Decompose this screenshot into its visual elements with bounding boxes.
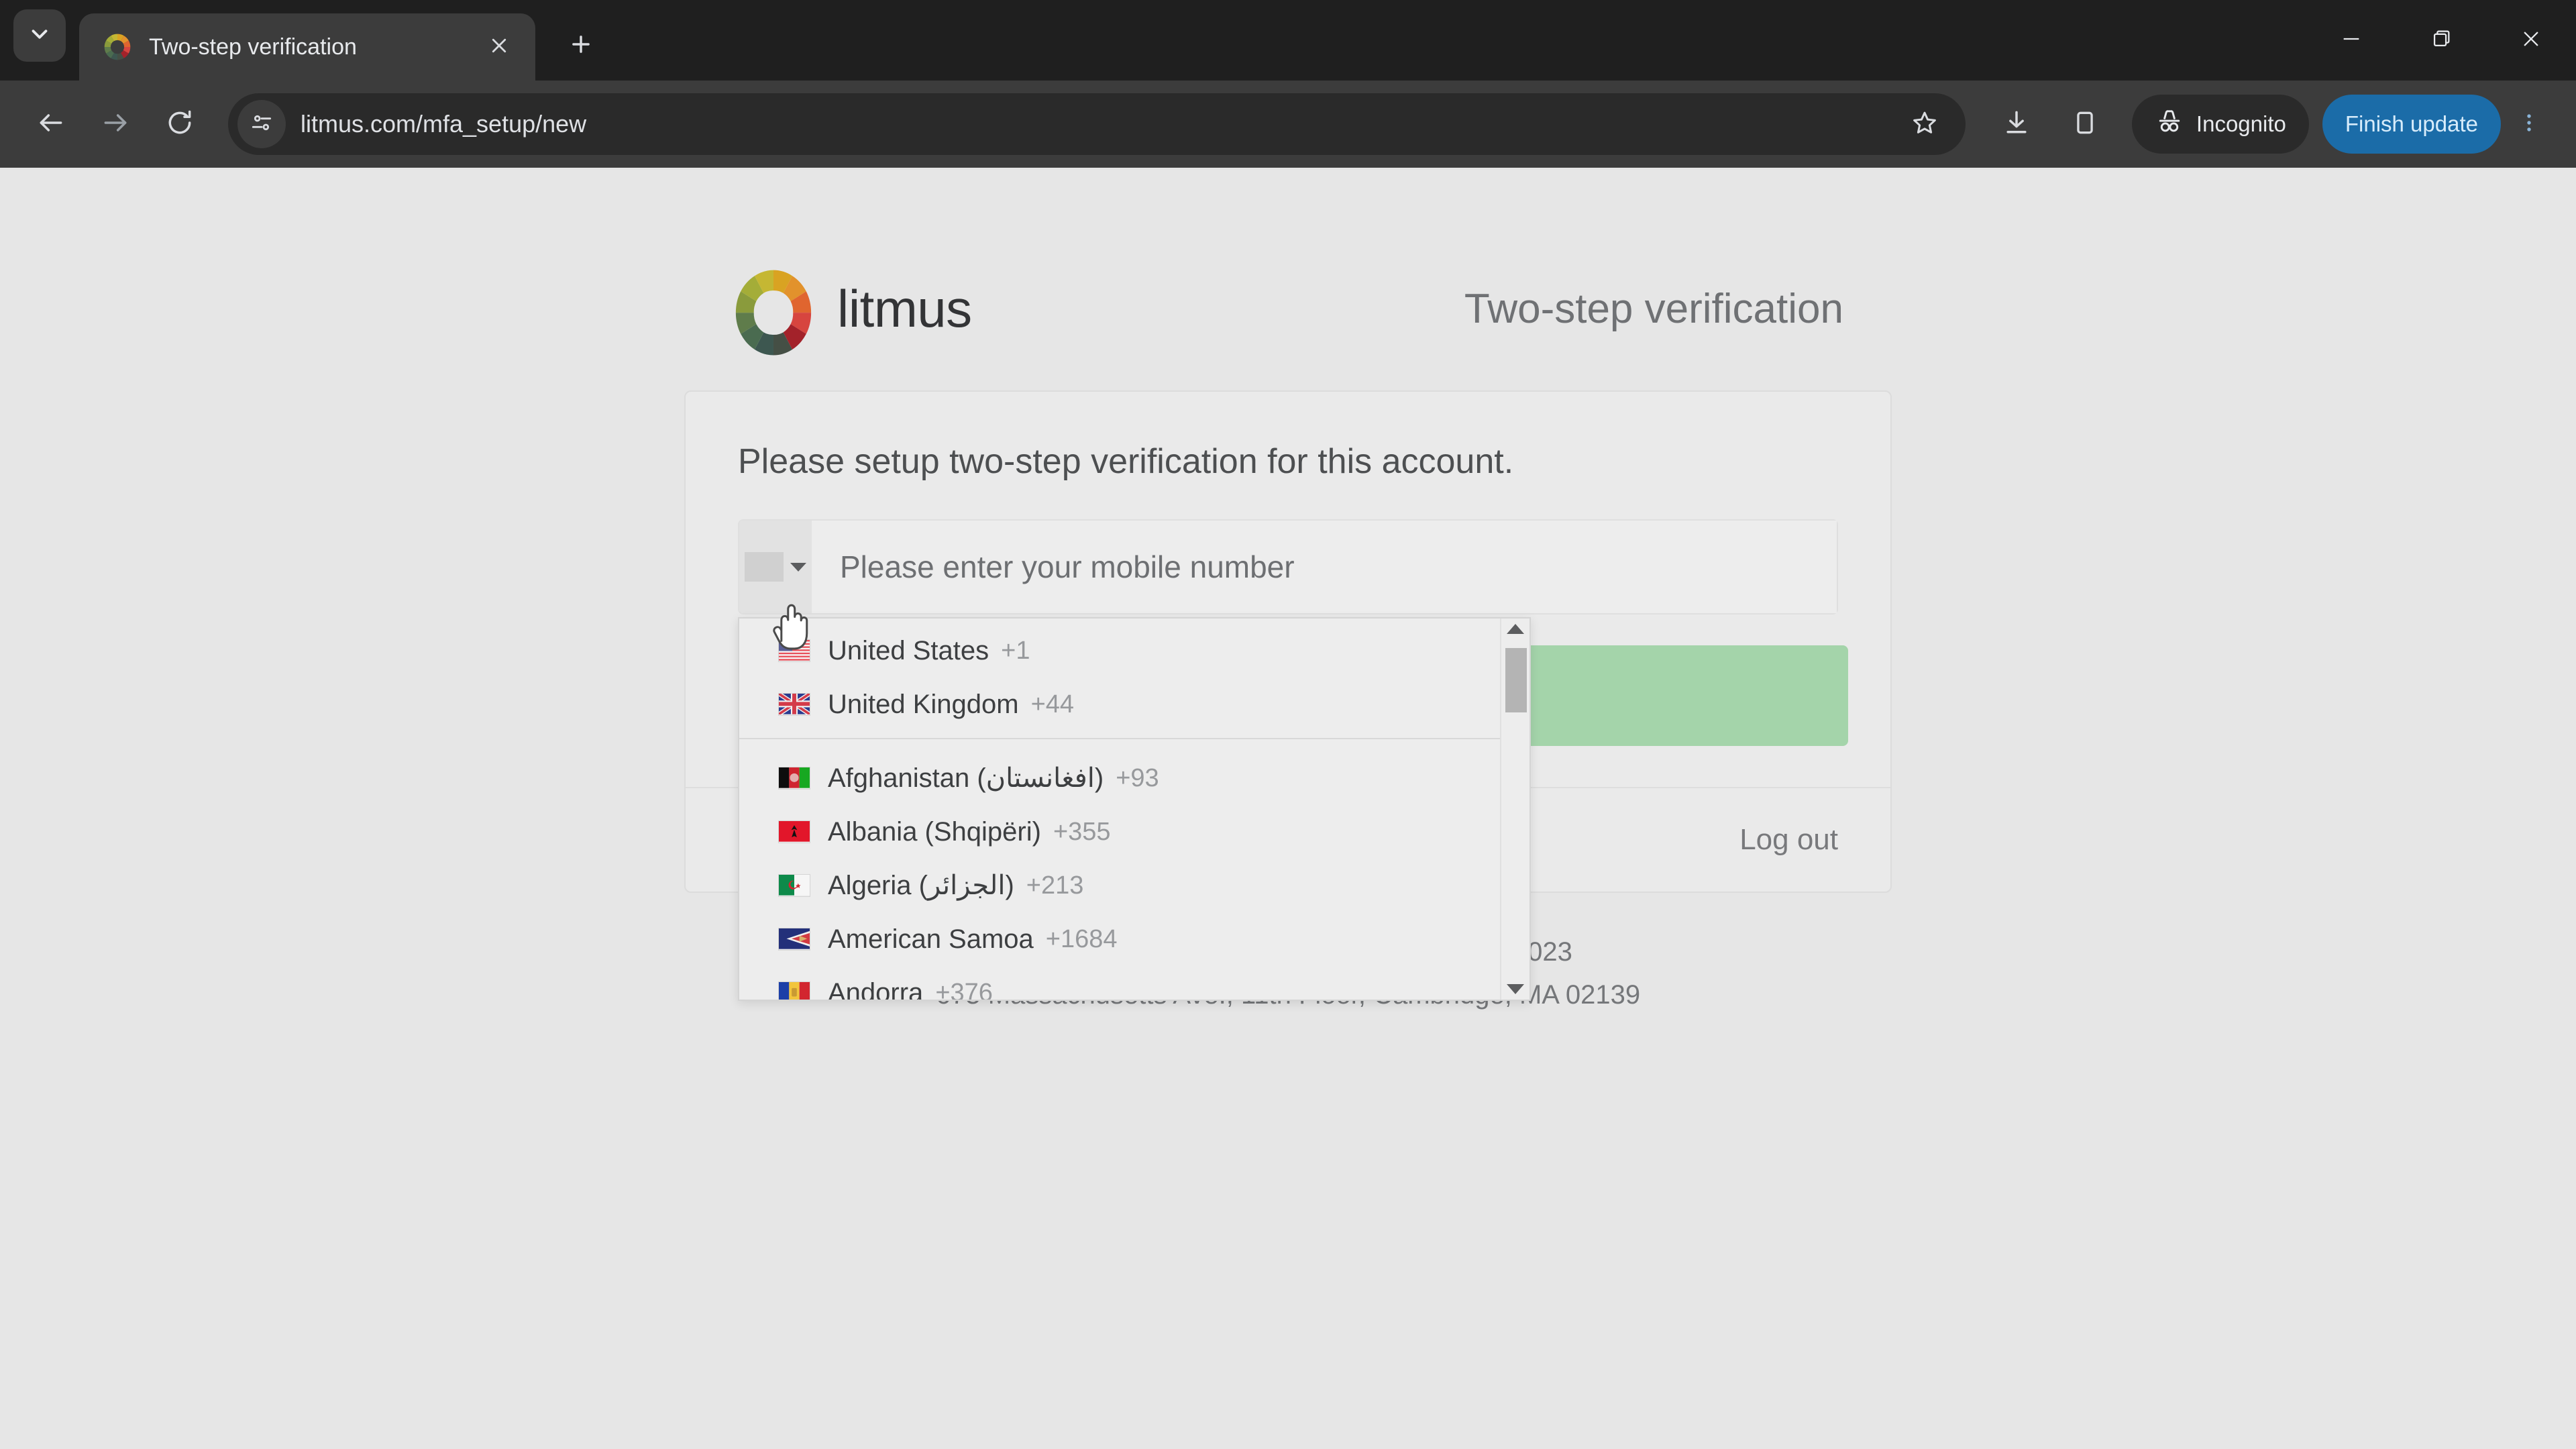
star-icon: [1911, 109, 1939, 140]
incognito-indicator[interactable]: Incognito: [2131, 95, 2309, 154]
new-tab-button[interactable]: [554, 19, 608, 72]
close-icon: [2520, 28, 2542, 54]
tab-list-button[interactable]: [13, 9, 66, 62]
country-name: Albania (Shqipëri): [828, 816, 1041, 847]
country-dial-code: +213: [1026, 871, 1084, 900]
list-item[interactable]: United States +1: [739, 624, 1500, 678]
brand-logo: litmus: [733, 268, 972, 356]
country-name: Afghanistan (‏افغانستان‎): [828, 763, 1104, 793]
country-name: Algeria (‏الجزائر‎): [828, 871, 1014, 900]
back-button[interactable]: [19, 92, 83, 156]
side-panel-button[interactable]: [2053, 92, 2117, 156]
tab-search-area: [0, 0, 79, 80]
country-dial-code: +93: [1116, 763, 1159, 792]
three-dot-menu-icon: [2518, 110, 2540, 139]
download-icon: [2002, 108, 2031, 141]
close-icon: [489, 36, 509, 59]
chevron-down-icon: [790, 562, 806, 572]
finish-update-label: Finish update: [2345, 111, 2478, 136]
incognito-label: Incognito: [2196, 111, 2286, 136]
flag-icon-al: [778, 820, 810, 843]
site-settings-button[interactable]: [237, 100, 286, 148]
list-item[interactable]: Albania (Shqipëri) +355: [739, 805, 1500, 859]
scroll-down-arrow-icon[interactable]: [1507, 984, 1524, 994]
list-item[interactable]: American Samoa +1684: [739, 912, 1500, 966]
side-panel-icon: [2070, 108, 2100, 141]
litmus-color-wheel-icon: [103, 33, 131, 61]
reload-icon: [165, 108, 195, 141]
list-item[interactable]: Afghanistan (‏افغانستان‎) +93: [739, 751, 1500, 805]
country-dial-code: +1: [1001, 636, 1030, 665]
preferred-divider: [739, 738, 1500, 739]
forward-arrow-icon: [101, 108, 130, 141]
selected-flag-icon: [745, 552, 784, 582]
card-body: Please setup two-step verification for t…: [686, 392, 1890, 1001]
tab-close-button[interactable]: [480, 28, 518, 66]
logout-link[interactable]: Log out: [1739, 823, 1838, 857]
maximize-button[interactable]: [2396, 0, 2486, 80]
back-arrow-icon: [36, 108, 66, 141]
close-window-button[interactable]: [2486, 0, 2576, 80]
country-dial-code: +376: [935, 978, 993, 1000]
dropdown-scrollbar[interactable]: [1500, 619, 1529, 1000]
chevron-down-icon: [27, 21, 52, 50]
phone-number-row: Please enter your mobile number United S…: [738, 519, 1838, 1001]
brand-name: litmus: [837, 278, 972, 338]
mobile-number-input[interactable]: Please enter your mobile number: [812, 521, 1837, 613]
tune-sliders-icon: [249, 110, 274, 139]
country-dial-code: +355: [1053, 817, 1111, 846]
card-lead-text: Please setup two-step verification for t…: [738, 442, 1514, 481]
list-item[interactable]: Andorra +376: [739, 966, 1500, 1000]
page-title: Two-step verification: [1464, 285, 1843, 332]
browser-tab[interactable]: Two-step verification: [79, 13, 535, 80]
scroll-up-arrow-icon[interactable]: [1507, 624, 1524, 634]
flag-icon-dz: [778, 874, 810, 897]
browser-toolbar: litmus.com/mfa_setup/new Incognito Finis…: [0, 80, 2576, 168]
country-select-button[interactable]: [739, 521, 812, 613]
downloads-button[interactable]: [1984, 92, 2049, 156]
window-controls: [2306, 0, 2576, 80]
flag-icon-ad: [778, 981, 810, 1000]
tab-strip: Two-step verification: [0, 0, 2576, 80]
list-item[interactable]: United Kingdom +44: [739, 678, 1500, 731]
flag-icon-as: [778, 928, 810, 951]
browser-window: Two-step verification litmus.com/mfa_set…: [0, 0, 2576, 1449]
country-dial-code: +44: [1030, 690, 1075, 718]
flag-icon-gb: [777, 692, 811, 716]
flag-icon-af: [778, 767, 810, 790]
mfa-setup-card: Please setup two-step verification for t…: [684, 390, 1892, 1001]
country-name: Andorra: [828, 977, 924, 1000]
reload-button[interactable]: [148, 92, 212, 156]
country-dropdown[interactable]: United States +1 United Kingdom +44 Afgh…: [738, 617, 1531, 1001]
scrollbar-thumb[interactable]: [1505, 648, 1527, 712]
minimize-button[interactable]: [2306, 0, 2396, 80]
forward-button[interactable]: [83, 92, 148, 156]
finish-update-button[interactable]: Finish update: [2322, 95, 2501, 154]
plus-icon: [568, 32, 594, 60]
intl-phone-field: Please enter your mobile number United S…: [738, 519, 1838, 1001]
country-name: United Kingdom: [828, 689, 1019, 719]
list-item[interactable]: Algeria (‏الجزائر‎) +213: [739, 859, 1500, 912]
flag-icon-us: [778, 639, 810, 662]
browser-menu-button[interactable]: [2501, 92, 2557, 156]
page-masthead: litmus Two-step verification: [684, 255, 1892, 362]
address-bar[interactable]: litmus.com/mfa_setup/new: [228, 93, 1966, 155]
url-text: litmus.com/mfa_setup/new: [301, 110, 587, 138]
country-name: United States: [828, 635, 989, 665]
country-name: American Samoa: [828, 924, 1034, 954]
page-container: litmus Two-step verification Please setu…: [684, 168, 1892, 1016]
bookmark-button[interactable]: [1896, 95, 1953, 153]
litmus-color-wheel-icon: [733, 268, 814, 356]
page-viewport: litmus Two-step verification Please setu…: [0, 168, 2576, 1449]
maximize-icon: [2430, 28, 2453, 54]
incognito-hat-icon: [2155, 107, 2196, 142]
minimize-icon: [2340, 28, 2363, 54]
country-list: United States +1 United Kingdom +44 Afgh…: [739, 619, 1500, 1000]
country-dial-code: +1684: [1045, 924, 1118, 953]
tab-title: Two-step verification: [149, 34, 357, 60]
